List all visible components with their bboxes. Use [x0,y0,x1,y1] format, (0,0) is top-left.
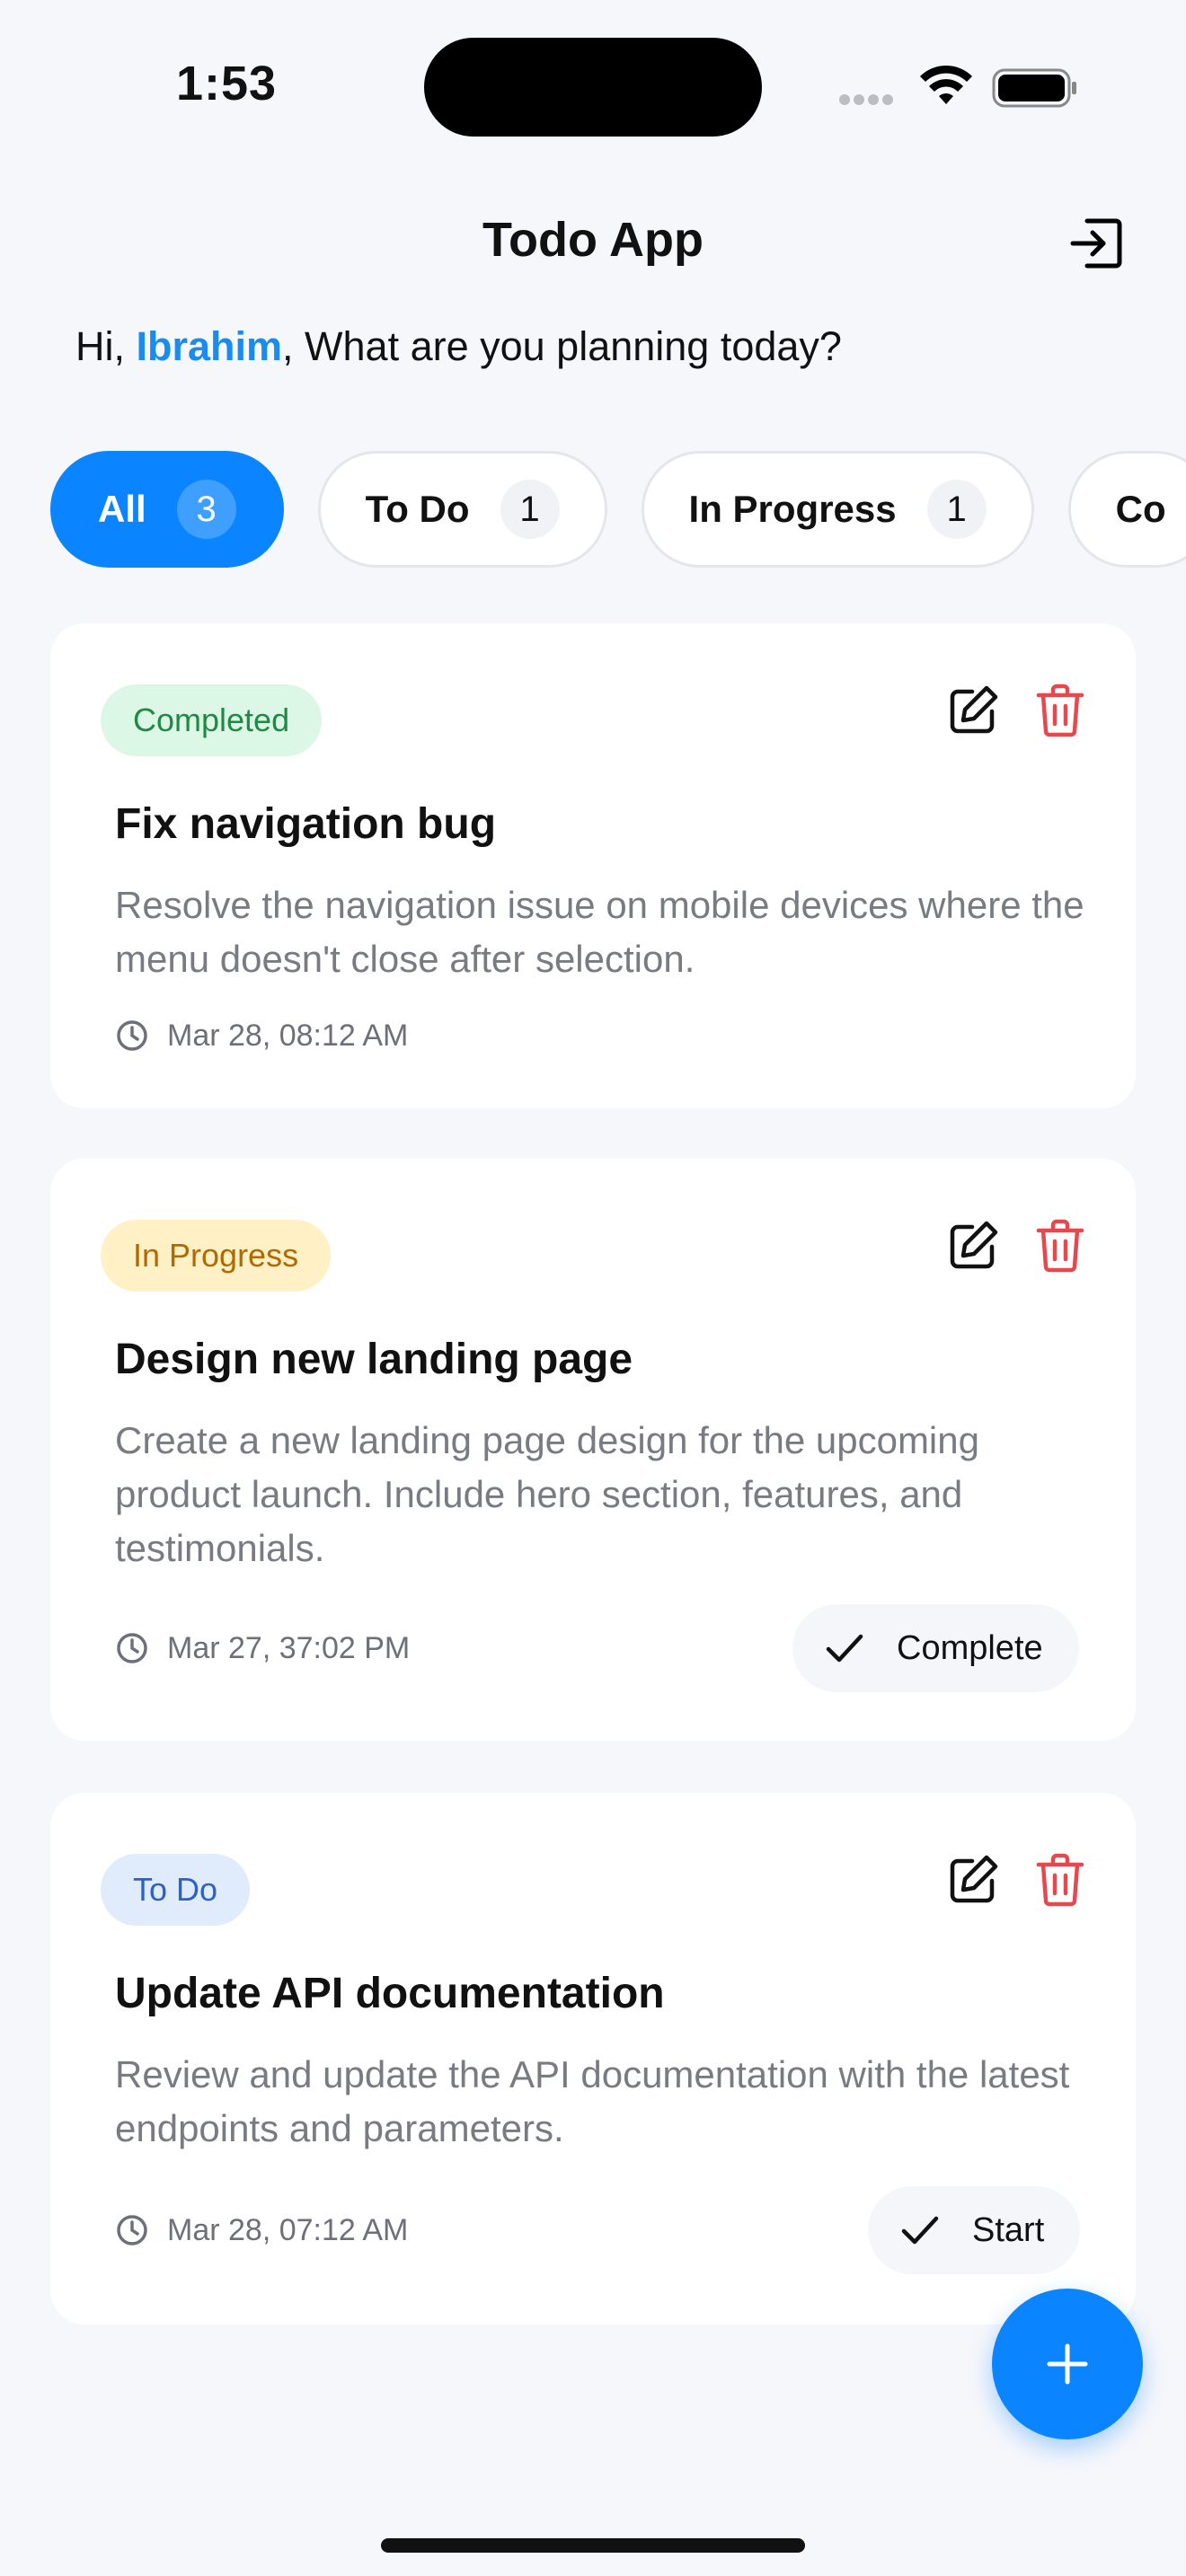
task-description: Review and update the API documentation … [115,2053,1070,2149]
checkmark-icon [826,1634,863,1663]
task-date: Mar 28, 08:12 AM [115,1013,408,1058]
status-bar: 1:53 [0,0,1186,171]
trash-icon[interactable] [1035,1852,1085,1908]
greeting-suffix: , What are you planning today? [282,323,842,369]
tab-count: 1 [500,480,560,539]
task-date-text: Mar 27, 37:02 PM [167,1630,411,1665]
edit-icon[interactable] [945,1852,1001,1908]
tab-label: All [98,488,146,530]
trash-icon[interactable] [1035,1218,1085,1274]
plus-icon [1047,2343,1088,2385]
task-date: Mar 28, 07:12 AM [115,2208,408,2253]
tab-label: To Do [365,488,470,530]
clock-icon [117,1020,147,1051]
start-button[interactable]: Start [868,2186,1081,2274]
task-title: Update API documentation [115,1970,665,2017]
complete-button-label: Complete [897,1628,1043,1667]
tab-in-progress[interactable]: In Progress 1 [641,451,1034,568]
trash-icon[interactable] [1035,683,1085,738]
clock-icon [117,2215,147,2245]
add-task-button[interactable] [992,2289,1143,2439]
task-title: Fix navigation bug [115,800,497,848]
task-card[interactable]: To Do Update API documentation Review an… [50,1793,1136,2325]
greeting-prefix: Hi, [75,323,137,369]
task-date: Mar 27, 37:02 PM [115,1626,410,1671]
status-badge: In Progress [101,1220,332,1292]
status-badge: Completed [101,684,323,756]
task-title: Design new landing page [115,1336,633,1383]
status-time: 1:53 [176,57,278,110]
tab-all[interactable]: All 3 [50,451,284,568]
tab-completed[interactable]: Co [1067,451,1186,568]
tab-label: Co [1115,488,1166,530]
battery-icon [992,68,1076,108]
cellular-signal-icon [839,93,900,106]
complete-button[interactable]: Complete [792,1604,1079,1692]
dynamic-island [424,38,762,137]
task-date-text: Mar 28, 08:12 AM [167,1018,409,1053]
tab-count: 3 [176,480,236,539]
home-indicator[interactable] [381,2538,805,2553]
edit-icon[interactable] [945,1218,1001,1274]
page-title: Todo App [482,213,704,267]
greeting-username: Ibrahim [136,323,283,369]
checkmark-icon [901,2216,939,2245]
clock-icon [117,1633,147,1663]
greeting: Hi, Ibrahim, What are you planning today… [75,323,842,370]
task-description: Resolve the navigation issue on mobile d… [115,884,1084,980]
task-card[interactable]: In Progress Design new landing page Crea… [50,1159,1136,1741]
tab-label: In Progress [688,488,897,530]
task-description: Create a new landing page design for the… [115,1419,979,1569]
tab-to-do[interactable]: To Do 1 [317,451,607,568]
tab-count: 1 [926,480,987,539]
logout-icon[interactable] [1066,214,1125,273]
wifi-icon [920,65,972,104]
filter-tabs: All 3 To Do 1 In Progress 1 Co [50,451,1186,568]
status-badge: To Do [101,1854,251,1926]
start-button-label: Start [972,2210,1045,2249]
task-card[interactable]: Completed Fix navigation bug Resolve the… [50,623,1136,1108]
task-date-text: Mar 28, 07:12 AM [167,2212,409,2247]
edit-icon[interactable] [945,683,1001,738]
